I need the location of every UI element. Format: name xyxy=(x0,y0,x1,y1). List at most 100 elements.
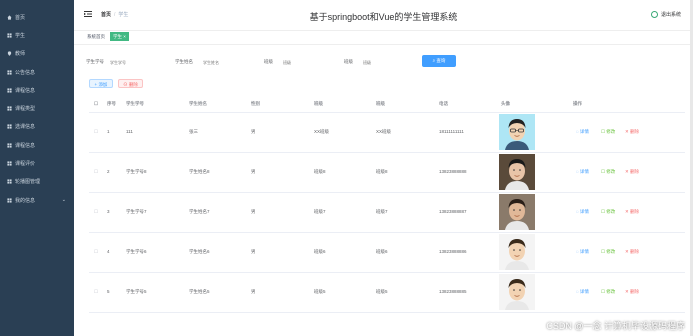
row-checkbox[interactable]: ☐ xyxy=(94,272,98,312)
search-bar: 学生学号 学生姓名 班级 班级 ⌕ 查询 xyxy=(74,55,693,69)
power-icon xyxy=(650,11,658,18)
column-header-avatar: 头像 xyxy=(501,101,510,106)
edit-button[interactable]: ☐ 修改 xyxy=(601,232,615,272)
sidebar-item-1[interactable]: 学生 xyxy=(0,26,74,44)
edit-button[interactable]: ☐ 修改 xyxy=(601,272,615,312)
row-checkbox[interactable]: ☐ xyxy=(94,192,98,232)
tag-current[interactable]: 学生 × xyxy=(110,32,129,41)
cell-name: 学生姓名8 xyxy=(189,169,210,174)
cell-phone: 13823888888 xyxy=(439,169,467,174)
table-row: ☐ 3 学生学号7 学生姓名7 男 班级7 班级7 13823888887 ◌ 详情 ☐ 修改 ✕ … xyxy=(89,192,685,233)
column-header-grade[interactable]: 班级 xyxy=(376,96,385,112)
delete-button[interactable]: ✕ 删除 xyxy=(625,272,639,312)
location-icon xyxy=(6,51,12,57)
column-header-phone[interactable]: 电话 xyxy=(439,96,448,112)
cell-student-no: 学生学号6 xyxy=(126,249,147,254)
cell-student-no: 111 xyxy=(126,129,133,134)
table-row: ☐ 4 学生学号6 学生姓名6 男 班级6 班级6 13823888886 ◌ 详情 ☐ 修改 ✕ … xyxy=(89,232,685,273)
search-input-class[interactable] xyxy=(281,57,337,68)
avatar xyxy=(499,274,535,310)
logout-button[interactable]: 退出系统 xyxy=(650,11,681,18)
sidebar-item-label: 我的信息 xyxy=(15,197,36,204)
select-all-checkbox[interactable]: ☐ xyxy=(94,96,98,112)
avatar xyxy=(499,194,535,230)
table-row: ☐ 5 学生学号5 学生姓名5 男 班级5 班级5 13823888885 ◌ 详情 ☐ 修改 ✕ … xyxy=(89,272,685,313)
batch-delete-button[interactable]: ⊖ 删除 xyxy=(118,79,143,88)
watermark-text: CSDN @一念 计算机毕设源码程序 xyxy=(546,321,685,331)
row-checkbox[interactable]: ☐ xyxy=(94,232,98,272)
batch-delete-button-label: 删除 xyxy=(128,82,138,87)
cell-class: 班级5 xyxy=(314,289,326,294)
tags-bar: 系统首页 学生 × xyxy=(74,30,693,45)
sidebar-item-8[interactable]: 课程评价 xyxy=(0,154,74,172)
sidebar-item-10[interactable]: 我的信息 ⌄ xyxy=(0,191,74,209)
sidebar: 首页 学生 教师 公告信息 课程信息 课程类型 选课信息 课程信息 课程评价 轮播图管理 我的信息 ⌄ xyxy=(0,0,74,336)
avatar xyxy=(499,234,535,270)
detail-button[interactable]: ◌ 详情 xyxy=(576,112,589,152)
delete-button[interactable]: ✕ 删除 xyxy=(625,232,639,272)
home-icon xyxy=(6,14,12,20)
cell-grade: XX班级 xyxy=(376,129,392,134)
column-header-student-no[interactable]: 学生学号 xyxy=(126,96,144,112)
sidebar-item-7[interactable]: 课程信息 xyxy=(0,136,74,154)
delete-button[interactable]: ✕ 删除 xyxy=(625,112,639,152)
sidebar-item-6[interactable]: 选课信息 xyxy=(0,118,74,136)
cell-name: 学生姓名6 xyxy=(189,249,210,254)
edit-button[interactable]: ☐ 修改 xyxy=(601,112,615,152)
edit-button[interactable]: ☐ 修改 xyxy=(601,152,615,192)
sidebar-item-label: 教师 xyxy=(15,51,26,58)
cell-class: 班级8 xyxy=(314,169,326,174)
column-header-class[interactable]: 班级 xyxy=(314,96,323,112)
detail-button[interactable]: ◌ 详情 xyxy=(576,272,589,312)
sidebar-item-5[interactable]: 课程类型 xyxy=(0,99,74,117)
search-label-grade: 班级 xyxy=(344,59,353,64)
detail-button[interactable]: ◌ 详情 xyxy=(576,192,589,232)
column-header-gender[interactable]: 性别 xyxy=(251,96,260,112)
row-checkbox[interactable]: ☐ xyxy=(94,152,98,192)
detail-button[interactable]: ◌ 详情 xyxy=(576,232,589,272)
header: 首页 / 学生 基于springboot和Vue的学生管理系统 退出系统 xyxy=(74,0,693,31)
cell-class: 班级6 xyxy=(314,249,326,254)
search-button[interactable]: ⌕ 查询 xyxy=(422,55,456,67)
sidebar-item-label: 选课信息 xyxy=(15,124,36,131)
sidebar-item-0[interactable]: 首页 xyxy=(0,8,74,26)
add-button-label: 添加 xyxy=(98,82,108,87)
cell-student-no: 学生学号8 xyxy=(126,169,147,174)
column-header-name[interactable]: 学生姓名 xyxy=(189,96,207,112)
sidebar-item-3[interactable]: 公告信息 xyxy=(0,63,74,81)
table-row: ☐ 2 学生学号8 学生姓名8 男 班级8 班级8 13823888888 ◌ 详情 ☐ 修改 ✕ … xyxy=(89,152,685,193)
sidebar-item-9[interactable]: 轮播图管理 xyxy=(0,173,74,191)
edit-button[interactable]: ☐ 修改 xyxy=(601,192,615,232)
tag-home[interactable]: 系统首页 xyxy=(84,32,108,41)
detail-button[interactable]: ◌ 详情 xyxy=(576,152,589,192)
sidebar-item-label: 轮播图管理 xyxy=(15,179,41,186)
sidebar-item-label: 课程信息 xyxy=(15,142,36,149)
search-input-grade[interactable] xyxy=(361,57,417,68)
cell-gender: 男 xyxy=(251,169,256,174)
cell-gender: 男 xyxy=(251,129,256,134)
search-input-student-name[interactable] xyxy=(201,57,257,68)
cell-class: 班级7 xyxy=(314,209,326,214)
cell-grade: 班级5 xyxy=(376,289,388,294)
sidebar-item-label: 课程信息 xyxy=(15,87,36,94)
cell-class: XX班级 xyxy=(314,129,330,134)
cell-name: 学生姓名5 xyxy=(189,289,210,294)
sidebar-item-4[interactable]: 课程信息 xyxy=(0,81,74,99)
delete-button[interactable]: ✕ 删除 xyxy=(625,192,639,232)
cell-phone: 13823888886 xyxy=(439,249,467,254)
avatar xyxy=(499,114,535,150)
chevron-down-icon: ⌄ xyxy=(61,197,66,204)
page-title: 基于springboot和Vue的学生管理系统 xyxy=(309,12,458,22)
search-input-student-no[interactable] xyxy=(108,57,164,68)
sidebar-item-2[interactable]: 教师 xyxy=(0,45,74,63)
delete-button[interactable]: ✕ 删除 xyxy=(625,152,639,192)
cell-phone: 13823888885 xyxy=(439,289,467,294)
grid-icon xyxy=(6,87,12,93)
grid-icon xyxy=(6,69,12,75)
cell-name: 张三 xyxy=(189,129,198,134)
search-label-class: 班级 xyxy=(264,59,273,64)
add-button[interactable]: + 添加 xyxy=(89,79,113,88)
row-checkbox[interactable]: ☐ xyxy=(94,112,98,152)
table-row: ☐ 1 111 张三男 XX班级 XX班级 18111111111 ◌ 详情 ☐ 修改 ✕ 删除 xyxy=(89,112,685,153)
grid-icon xyxy=(6,197,12,203)
